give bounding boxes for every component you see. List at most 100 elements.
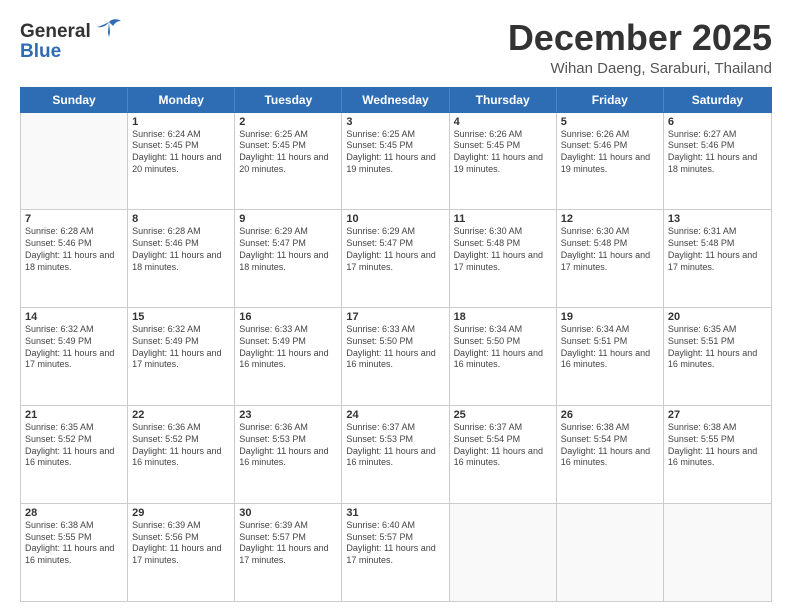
- cell-info: Sunrise: 6:38 AM Sunset: 5:55 PM Dayligh…: [668, 422, 767, 469]
- day-number: 9: [239, 213, 337, 225]
- cell-info: Sunrise: 6:31 AM Sunset: 5:48 PM Dayligh…: [668, 226, 767, 273]
- day-number: 26: [561, 409, 659, 421]
- cal-cell-1: 1Sunrise: 6:24 AM Sunset: 5:45 PM Daylig…: [128, 113, 235, 210]
- cell-info: Sunrise: 6:25 AM Sunset: 5:45 PM Dayligh…: [239, 129, 337, 176]
- cell-info: Sunrise: 6:33 AM Sunset: 5:50 PM Dayligh…: [346, 324, 444, 371]
- calendar-header: SundayMondayTuesdayWednesdayThursdayFrid…: [20, 87, 772, 113]
- day-number: 12: [561, 213, 659, 225]
- cell-info: Sunrise: 6:26 AM Sunset: 5:45 PM Dayligh…: [454, 129, 552, 176]
- cell-info: Sunrise: 6:38 AM Sunset: 5:55 PM Dayligh…: [25, 520, 123, 567]
- cell-info: Sunrise: 6:38 AM Sunset: 5:54 PM Dayligh…: [561, 422, 659, 469]
- cal-cell-16: 16Sunrise: 6:33 AM Sunset: 5:49 PM Dayli…: [235, 308, 342, 405]
- day-number: 2: [239, 116, 337, 128]
- cal-cell-empty-0-0: [21, 113, 128, 210]
- day-number: 30: [239, 507, 337, 519]
- day-number: 29: [132, 507, 230, 519]
- day-header-saturday: Saturday: [664, 88, 771, 112]
- cell-info: Sunrise: 6:33 AM Sunset: 5:49 PM Dayligh…: [239, 324, 337, 371]
- day-header-friday: Friday: [557, 88, 664, 112]
- cal-cell-29: 29Sunrise: 6:39 AM Sunset: 5:56 PM Dayli…: [128, 504, 235, 601]
- week-row-1: 1Sunrise: 6:24 AM Sunset: 5:45 PM Daylig…: [21, 113, 771, 211]
- calendar: SundayMondayTuesdayWednesdayThursdayFrid…: [20, 87, 772, 602]
- cal-cell-8: 8Sunrise: 6:28 AM Sunset: 5:46 PM Daylig…: [128, 210, 235, 307]
- cell-info: Sunrise: 6:25 AM Sunset: 5:45 PM Dayligh…: [346, 129, 444, 176]
- month-title: December 2025: [508, 18, 772, 58]
- week-row-2: 7Sunrise: 6:28 AM Sunset: 5:46 PM Daylig…: [21, 210, 771, 308]
- day-number: 21: [25, 409, 123, 421]
- cal-cell-empty-4-5: [557, 504, 664, 601]
- header: General Blue December 2025 Wihan D: [20, 18, 772, 77]
- calendar-body: 1Sunrise: 6:24 AM Sunset: 5:45 PM Daylig…: [20, 113, 772, 602]
- day-number: 15: [132, 311, 230, 323]
- cal-cell-2: 2Sunrise: 6:25 AM Sunset: 5:45 PM Daylig…: [235, 113, 342, 210]
- day-number: 25: [454, 409, 552, 421]
- logo: General Blue: [20, 18, 123, 63]
- cell-info: Sunrise: 6:24 AM Sunset: 5:45 PM Dayligh…: [132, 129, 230, 176]
- cell-info: Sunrise: 6:39 AM Sunset: 5:57 PM Dayligh…: [239, 520, 337, 567]
- cell-info: Sunrise: 6:39 AM Sunset: 5:56 PM Dayligh…: [132, 520, 230, 567]
- day-number: 4: [454, 116, 552, 128]
- cal-cell-30: 30Sunrise: 6:39 AM Sunset: 5:57 PM Dayli…: [235, 504, 342, 601]
- cal-cell-18: 18Sunrise: 6:34 AM Sunset: 5:50 PM Dayli…: [450, 308, 557, 405]
- day-number: 22: [132, 409, 230, 421]
- day-number: 18: [454, 311, 552, 323]
- cell-info: Sunrise: 6:30 AM Sunset: 5:48 PM Dayligh…: [454, 226, 552, 273]
- cal-cell-3: 3Sunrise: 6:25 AM Sunset: 5:45 PM Daylig…: [342, 113, 449, 210]
- day-number: 5: [561, 116, 659, 128]
- logo-general-text: General: [20, 21, 91, 43]
- page: General Blue December 2025 Wihan D: [0, 0, 792, 612]
- cal-cell-22: 22Sunrise: 6:36 AM Sunset: 5:52 PM Dayli…: [128, 406, 235, 503]
- cell-info: Sunrise: 6:30 AM Sunset: 5:48 PM Dayligh…: [561, 226, 659, 273]
- cell-info: Sunrise: 6:28 AM Sunset: 5:46 PM Dayligh…: [25, 226, 123, 273]
- cal-cell-empty-4-4: [450, 504, 557, 601]
- day-number: 10: [346, 213, 444, 225]
- cal-cell-26: 26Sunrise: 6:38 AM Sunset: 5:54 PM Dayli…: [557, 406, 664, 503]
- cell-info: Sunrise: 6:28 AM Sunset: 5:46 PM Dayligh…: [132, 226, 230, 273]
- cal-cell-empty-4-6: [664, 504, 771, 601]
- day-header-thursday: Thursday: [450, 88, 557, 112]
- week-row-3: 14Sunrise: 6:32 AM Sunset: 5:49 PM Dayli…: [21, 308, 771, 406]
- day-number: 24: [346, 409, 444, 421]
- cal-cell-31: 31Sunrise: 6:40 AM Sunset: 5:57 PM Dayli…: [342, 504, 449, 601]
- cal-cell-14: 14Sunrise: 6:32 AM Sunset: 5:49 PM Dayli…: [21, 308, 128, 405]
- cell-info: Sunrise: 6:29 AM Sunset: 5:47 PM Dayligh…: [346, 226, 444, 273]
- day-number: 14: [25, 311, 123, 323]
- day-header-monday: Monday: [128, 88, 235, 112]
- cal-cell-25: 25Sunrise: 6:37 AM Sunset: 5:54 PM Dayli…: [450, 406, 557, 503]
- cal-cell-11: 11Sunrise: 6:30 AM Sunset: 5:48 PM Dayli…: [450, 210, 557, 307]
- day-number: 17: [346, 311, 444, 323]
- day-number: 27: [668, 409, 767, 421]
- week-row-4: 21Sunrise: 6:35 AM Sunset: 5:52 PM Dayli…: [21, 406, 771, 504]
- day-number: 13: [668, 213, 767, 225]
- day-number: 6: [668, 116, 767, 128]
- cell-info: Sunrise: 6:32 AM Sunset: 5:49 PM Dayligh…: [132, 324, 230, 371]
- day-number: 1: [132, 116, 230, 128]
- cal-cell-15: 15Sunrise: 6:32 AM Sunset: 5:49 PM Dayli…: [128, 308, 235, 405]
- day-number: 16: [239, 311, 337, 323]
- day-number: 19: [561, 311, 659, 323]
- cal-cell-9: 9Sunrise: 6:29 AM Sunset: 5:47 PM Daylig…: [235, 210, 342, 307]
- day-header-tuesday: Tuesday: [235, 88, 342, 112]
- cal-cell-23: 23Sunrise: 6:36 AM Sunset: 5:53 PM Dayli…: [235, 406, 342, 503]
- day-number: 31: [346, 507, 444, 519]
- day-number: 20: [668, 311, 767, 323]
- cell-info: Sunrise: 6:32 AM Sunset: 5:49 PM Dayligh…: [25, 324, 123, 371]
- cell-info: Sunrise: 6:29 AM Sunset: 5:47 PM Dayligh…: [239, 226, 337, 273]
- logo-blue-text: Blue: [20, 41, 61, 63]
- cal-cell-7: 7Sunrise: 6:28 AM Sunset: 5:46 PM Daylig…: [21, 210, 128, 307]
- cal-cell-24: 24Sunrise: 6:37 AM Sunset: 5:53 PM Dayli…: [342, 406, 449, 503]
- cell-info: Sunrise: 6:34 AM Sunset: 5:51 PM Dayligh…: [561, 324, 659, 371]
- day-header-wednesday: Wednesday: [342, 88, 449, 112]
- cell-info: Sunrise: 6:40 AM Sunset: 5:57 PM Dayligh…: [346, 520, 444, 567]
- day-number: 3: [346, 116, 444, 128]
- day-number: 11: [454, 213, 552, 225]
- day-number: 23: [239, 409, 337, 421]
- cell-info: Sunrise: 6:37 AM Sunset: 5:54 PM Dayligh…: [454, 422, 552, 469]
- cal-cell-20: 20Sunrise: 6:35 AM Sunset: 5:51 PM Dayli…: [664, 308, 771, 405]
- location: Wihan Daeng, Saraburi, Thailand: [508, 60, 772, 77]
- cal-cell-28: 28Sunrise: 6:38 AM Sunset: 5:55 PM Dayli…: [21, 504, 128, 601]
- cell-info: Sunrise: 6:35 AM Sunset: 5:52 PM Dayligh…: [25, 422, 123, 469]
- cal-cell-10: 10Sunrise: 6:29 AM Sunset: 5:47 PM Dayli…: [342, 210, 449, 307]
- day-number: 7: [25, 213, 123, 225]
- cal-cell-19: 19Sunrise: 6:34 AM Sunset: 5:51 PM Dayli…: [557, 308, 664, 405]
